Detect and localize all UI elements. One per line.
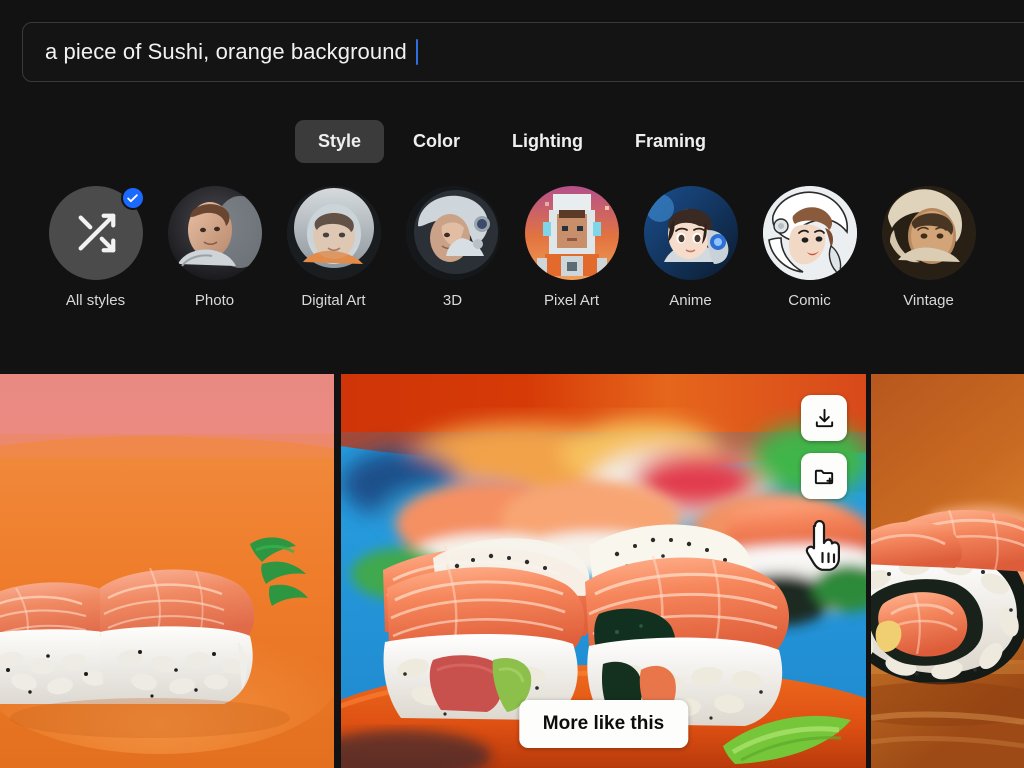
tab-lighting[interactable]: Lighting [489, 120, 606, 163]
style-thumb-holder [167, 186, 262, 280]
style-label: Comic [788, 292, 831, 309]
gallery-item-3[interactable] [871, 374, 1024, 768]
gallery-item-2[interactable]: More like this [341, 374, 866, 768]
style-thumb-holder [286, 186, 381, 280]
style-thumb-holder [762, 186, 857, 280]
style-item-3d[interactable]: 3D [405, 186, 500, 309]
tab-style[interactable]: Style [294, 120, 385, 163]
tab-framing[interactable]: Framing [612, 120, 729, 163]
selected-check-badge [120, 186, 145, 210]
style-item-all-styles[interactable]: All styles [48, 186, 145, 309]
style-item-digital-art[interactable]: Digital Art [286, 186, 381, 309]
prompt-text: a piece of Sushi, orange background [45, 39, 407, 64]
style-label: Anime [669, 292, 712, 309]
style-avatar-vintage [881, 186, 976, 280]
style-label: All styles [65, 292, 126, 309]
style-item-pixel-art[interactable]: Pixel Art [524, 186, 619, 309]
style-avatar-digital-art [286, 186, 381, 280]
more-like-this-button[interactable]: More like this [518, 700, 689, 748]
results-gallery: More like this [0, 374, 1024, 768]
style-item-anime[interactable]: Anime [643, 186, 738, 309]
style-thumb-holder [881, 186, 976, 280]
style-label: Photo [194, 292, 235, 309]
download-icon [815, 408, 833, 427]
style-selector: All styles Photo Digital Art 3D Pixel Ar… [0, 186, 1024, 309]
tab-color[interactable]: Color [390, 120, 483, 163]
style-thumb-holder [524, 186, 619, 280]
style-label: Vintage [903, 292, 954, 309]
text-caret [415, 39, 418, 65]
style-item-comic[interactable]: Comic [762, 186, 857, 309]
prompt-input[interactable]: a piece of Sushi, orange background [22, 22, 1024, 82]
style-label: Digital Art [301, 292, 366, 309]
filter-tabs: Style Color Lighting Framing [0, 120, 1024, 163]
style-item-photo[interactable]: Photo [167, 186, 262, 309]
style-thumb-holder [405, 186, 500, 280]
generation-app: a piece of Sushi, orange background Styl… [0, 0, 1024, 768]
style-avatar-pixel-art [524, 186, 619, 280]
download-button[interactable] [801, 395, 847, 441]
style-avatar-3d [405, 186, 500, 280]
image-action-buttons [801, 395, 847, 499]
style-avatar-photo [167, 186, 262, 280]
style-item-vintage[interactable]: Vintage [881, 186, 976, 309]
style-thumb-holder [48, 186, 145, 280]
add-to-folder-button[interactable] [801, 453, 847, 499]
style-thumb-holder [643, 186, 738, 280]
style-label: 3D [442, 292, 463, 309]
folder-plus-icon [814, 469, 833, 484]
style-avatar-anime [643, 186, 738, 280]
style-label: Pixel Art [543, 292, 600, 309]
gallery-item-1[interactable] [0, 374, 334, 768]
style-avatar-comic [762, 186, 857, 280]
